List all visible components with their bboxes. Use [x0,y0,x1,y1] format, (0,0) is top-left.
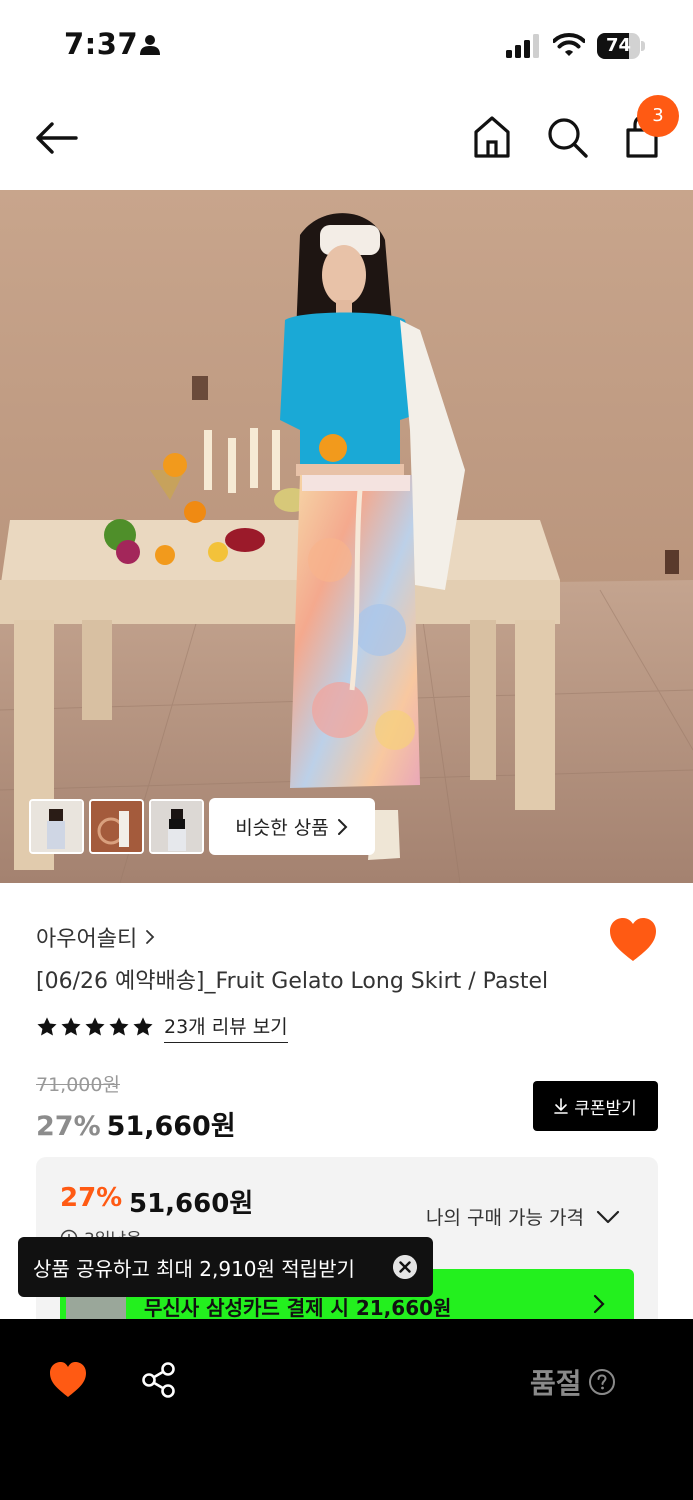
review-link[interactable]: 23개 리뷰 보기 [164,1012,288,1043]
my-price-toggle[interactable]: 나의 구매 가능 가격 [426,1203,620,1230]
home-icon[interactable] [470,114,514,160]
thumbnail[interactable] [29,799,84,854]
battery-percent: 74 [605,35,632,56]
status-bar: 7:37 74 [0,0,693,92]
chevron-right-icon [593,1294,605,1314]
thumbnail[interactable] [89,799,144,854]
person-icon [140,35,160,55]
box-price: 51,660원 [129,1189,254,1219]
coupon-label: 쿠폰받기 [574,1098,637,1119]
heart-icon[interactable] [48,1361,88,1399]
share-icon[interactable] [140,1361,178,1399]
chevron-down-icon [596,1210,620,1223]
star-icon [85,1017,105,1036]
bottom-action-bar: 품절 [0,1319,693,1500]
status-time: 7:37 [64,27,139,61]
brand-link[interactable]: 아우어솔티 [36,921,155,953]
back-arrow-icon[interactable] [30,116,82,160]
chevron-right-icon [337,818,348,835]
close-icon[interactable] [393,1255,417,1279]
price-row: 27% 51,660원 [36,1104,236,1143]
star-icon [37,1017,57,1036]
similar-products-label: 비슷한 상품 [235,817,329,839]
wifi-icon [553,33,585,56]
original-price: 71,000원 [36,1074,120,1096]
search-icon[interactable] [544,114,590,160]
tooltip-text: 상품 공유하고 최대 2,910원 적립받기 [33,1257,355,1281]
battery-icon: 74 [597,33,645,59]
discount-rate: 27% [36,1111,101,1142]
similar-products-button[interactable]: 비슷한 상품 [209,798,375,855]
product-image[interactable] [0,190,693,883]
rating-row: 23개 리뷰 보기 [36,1012,288,1043]
heart-icon[interactable] [608,917,658,963]
box-discount-rate: 27% [60,1183,123,1213]
product-title: [06/26 예약배송]_Fruit Gelato Long Skirt / P… [36,969,549,994]
share-reward-tooltip: 상품 공유하고 최대 2,910원 적립받기 [18,1237,433,1297]
help-icon[interactable] [588,1368,616,1396]
brand-name: 아우어솔티 [36,927,138,952]
coupon-button[interactable]: 쿠폰받기 [533,1081,658,1131]
thumbnail[interactable] [149,799,204,854]
soldout-status: 품절 [530,1362,616,1402]
cart-count-badge: 3 [637,95,679,137]
sale-price: 51,660원 [106,1111,236,1142]
star-icon [61,1017,81,1036]
nav-bar: 3 [0,92,693,190]
rating-stars [36,1016,154,1038]
star-icon [133,1017,153,1036]
soldout-label: 품절 [530,1367,582,1400]
star-icon [109,1017,129,1036]
signal-icon [506,34,539,58]
download-icon [554,1098,569,1114]
chevron-right-icon [146,930,155,944]
my-price-label: 나의 구매 가능 가격 [426,1207,584,1229]
